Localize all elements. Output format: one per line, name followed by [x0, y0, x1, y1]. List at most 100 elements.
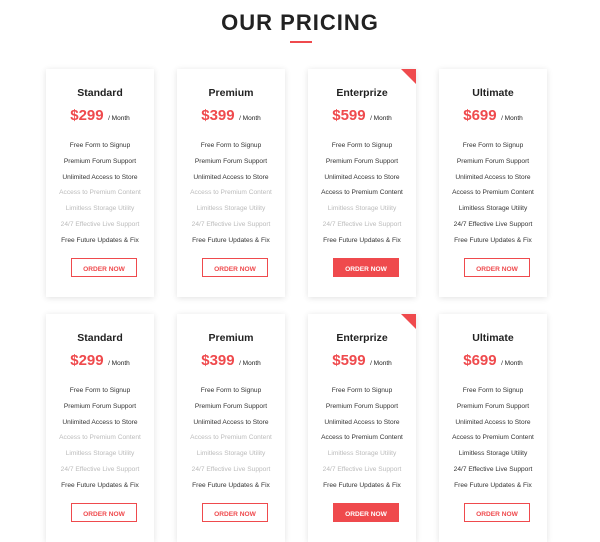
plan-name: Enterprize: [336, 332, 388, 344]
feature-item: Unlimited Access to Store: [455, 418, 531, 426]
price-period: / Month: [501, 360, 523, 367]
pricing-card: Ultimate $699 / Month Free Form to Signup P…: [439, 69, 547, 297]
feature-list: Free Form to Signup Premium Forum Support…: [439, 138, 547, 249]
feature-item: 24/7 Effective Live Support: [60, 220, 140, 228]
feature-list: Free Form to Signup Premium Forum Support…: [177, 383, 285, 494]
plan-name: Enterprize: [336, 87, 388, 99]
plan-name: Ultimate: [472, 332, 514, 344]
price-period: / Month: [108, 115, 130, 122]
feature-item: Unlimited Access to Store: [62, 418, 138, 426]
price-period: / Month: [370, 115, 392, 122]
feature-item: Free Future Updates & Fix: [61, 236, 139, 244]
price-line: $599 / Month: [308, 352, 416, 370]
feature-item: Free Form to Signup: [331, 142, 393, 149]
feature-item: Limitless Storage Utility: [327, 450, 397, 458]
order-now-button[interactable]: ORDER NOW: [464, 503, 530, 522]
feature-item: Free Form to Signup: [69, 387, 131, 394]
feature-item: Premium Forum Support: [456, 402, 530, 410]
feature-item: Limitless Storage Utility: [327, 205, 397, 213]
price-period: / Month: [108, 360, 130, 367]
feature-item: Free Future Updates & Fix: [192, 481, 270, 489]
plan-price: $699: [463, 107, 497, 124]
price-line: $399 / Month: [177, 352, 285, 370]
feature-item: Free Future Updates & Fix: [323, 481, 401, 489]
feature-item: Access to Premium Content: [452, 434, 534, 442]
plan-name: Premium: [208, 87, 254, 99]
feature-item: 24/7 Effective Live Support: [322, 465, 402, 473]
feature-item: Limitless Storage Utility: [458, 450, 528, 458]
price-period: / Month: [239, 115, 261, 122]
order-now-button[interactable]: ORDER NOW: [202, 258, 268, 277]
pricing-card: Enterprize $599 / Month Free Form to Signu…: [308, 69, 416, 297]
feature-item: Free Form to Signup: [462, 142, 524, 149]
pricing-card: Ultimate $699 / Month Free Form to Signup P…: [439, 314, 547, 542]
plan-price: $599: [332, 107, 366, 124]
title-underline: [290, 41, 312, 43]
feature-item: 24/7 Effective Live Support: [322, 220, 402, 228]
feature-item: 24/7 Effective Live Support: [191, 465, 271, 473]
feature-item: Unlimited Access to Store: [193, 173, 269, 181]
order-now-button[interactable]: ORDER NOW: [202, 503, 268, 522]
feature-item: Unlimited Access to Store: [193, 418, 269, 426]
pricing-card: Premium $399 / Month Free Form to Signup Pr…: [177, 69, 285, 297]
feature-item: Access to Premium Content: [190, 189, 272, 197]
feature-item: 24/7 Effective Live Support: [60, 465, 140, 473]
feature-item: Limitless Storage Utility: [65, 450, 135, 458]
feature-item: Premium Forum Support: [194, 402, 268, 410]
price-line: $299 / Month: [46, 352, 154, 370]
feature-item: Limitless Storage Utility: [196, 205, 266, 213]
pricing-card: Premium $399 / Month Free Form to Signup Pr…: [177, 314, 285, 542]
plan-price: $299: [70, 107, 104, 124]
price-line: $699 / Month: [439, 107, 547, 125]
order-now-button[interactable]: ORDER NOW: [464, 258, 530, 277]
feature-item: 24/7 Effective Live Support: [191, 220, 271, 228]
feature-list: Free Form to Signup Premium Forum Support…: [308, 383, 416, 494]
feature-list: Free Form to Signup Premium Forum Support…: [46, 383, 154, 494]
feature-list: Free Form to Signup Premium Forum Support…: [46, 138, 154, 249]
order-now-button[interactable]: ORDER NOW: [71, 258, 137, 277]
page-title: OUR PRICING: [221, 10, 379, 35]
order-now-button[interactable]: ORDER NOW: [71, 503, 137, 522]
order-now-button[interactable]: ORDER NOW: [333, 258, 399, 277]
feature-item: Free Form to Signup: [200, 142, 262, 149]
feature-item: Premium Forum Support: [63, 157, 137, 165]
plan-price: $599: [332, 352, 366, 369]
plan-name: Standard: [77, 87, 123, 99]
price-line: $299 / Month: [46, 107, 154, 125]
feature-item: Free Form to Signup: [331, 387, 393, 394]
feature-item: Premium Forum Support: [456, 157, 530, 165]
pricing-card: Standard $299 / Month Free Form to Signup P…: [46, 314, 154, 542]
feature-item: Access to Premium Content: [321, 189, 403, 197]
pricing-card: Standard $299 / Month Free Form to Signup P…: [46, 69, 154, 297]
feature-item: 24/7 Effective Live Support: [453, 220, 533, 228]
feature-item: Free Form to Signup: [462, 387, 524, 394]
plan-price: $399: [201, 107, 235, 124]
feature-list: Free Form to Signup Premium Forum Support…: [177, 138, 285, 249]
feature-item: Access to Premium Content: [59, 434, 141, 442]
feature-item: Unlimited Access to Store: [324, 418, 400, 426]
price-line: $399 / Month: [177, 107, 285, 125]
feature-list: Free Form to Signup Premium Forum Support…: [439, 383, 547, 494]
feature-item: Premium Forum Support: [194, 157, 268, 165]
feature-item: Free Future Updates & Fix: [454, 481, 532, 489]
price-line: $599 / Month: [308, 107, 416, 125]
feature-item: 24/7 Effective Live Support: [453, 465, 533, 473]
feature-item: Premium Forum Support: [325, 157, 399, 165]
pricing-header: OUR PRICING: [0, 0, 600, 60]
price-period: / Month: [239, 360, 261, 367]
feature-item: Free Future Updates & Fix: [192, 236, 270, 244]
feature-item: Limitless Storage Utility: [196, 450, 266, 458]
feature-item: Unlimited Access to Store: [455, 173, 531, 181]
price-period: / Month: [501, 115, 523, 122]
order-now-button[interactable]: ORDER NOW: [333, 503, 399, 522]
feature-item: Access to Premium Content: [190, 434, 272, 442]
feature-item: Unlimited Access to Store: [324, 173, 400, 181]
plan-price: $399: [201, 352, 235, 369]
featured-ribbon: [401, 69, 416, 84]
feature-item: Limitless Storage Utility: [65, 205, 135, 213]
feature-item: Free Form to Signup: [69, 142, 131, 149]
plan-name: Premium: [208, 332, 254, 344]
feature-item: Access to Premium Content: [321, 434, 403, 442]
price-line: $699 / Month: [439, 352, 547, 370]
feature-item: Premium Forum Support: [63, 402, 137, 410]
